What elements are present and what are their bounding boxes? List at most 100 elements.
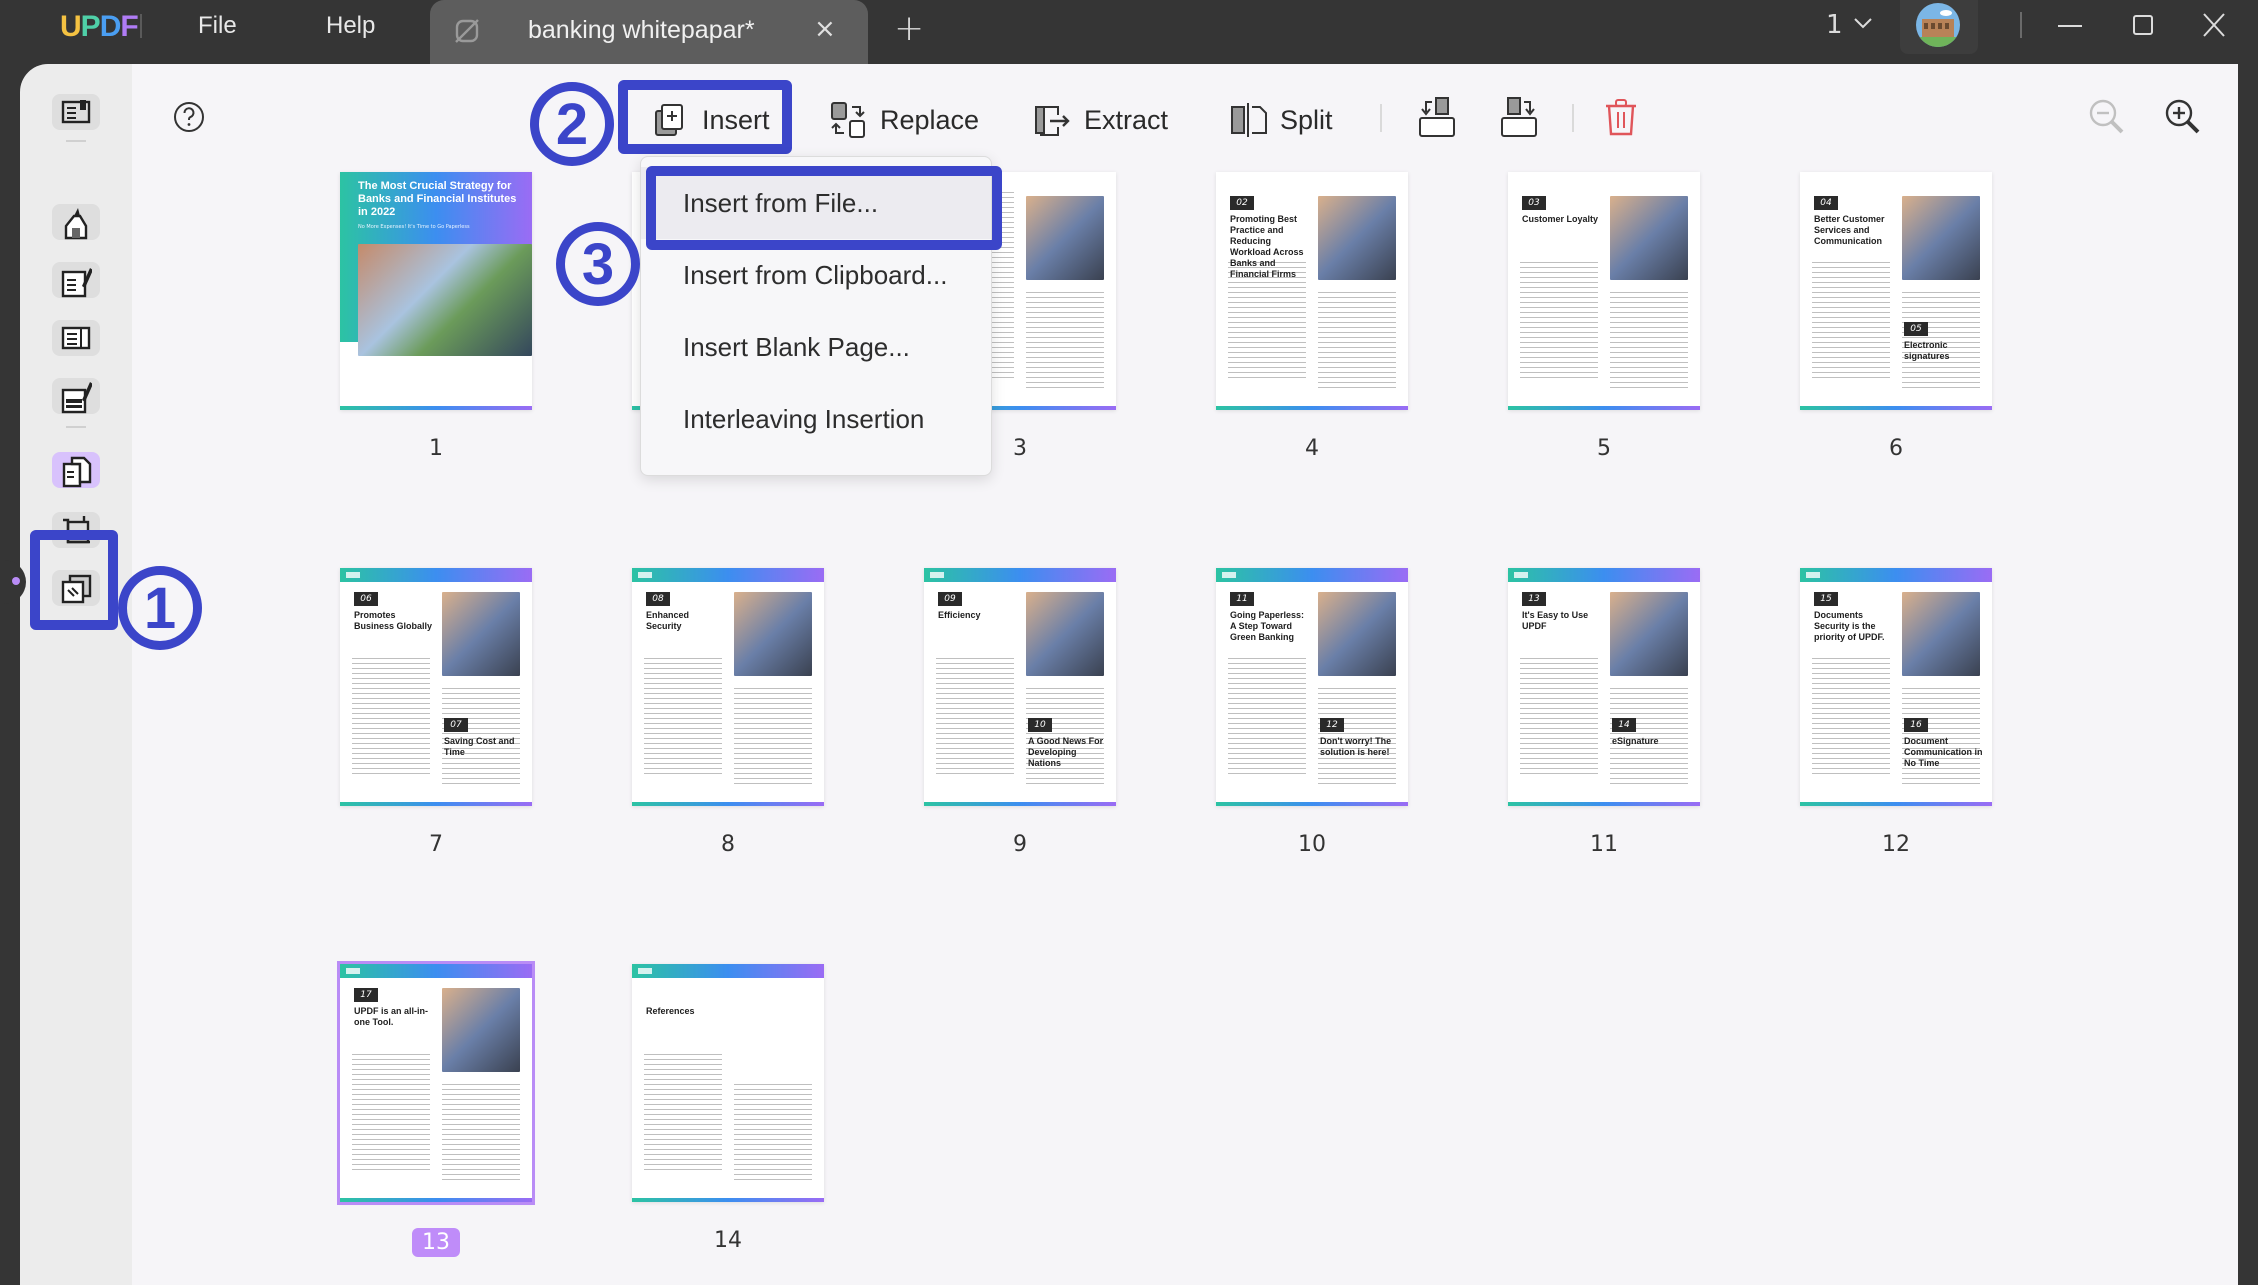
crop-tool-button[interactable]: [52, 512, 100, 548]
rotate-left-icon[interactable]: [1414, 94, 1460, 140]
page-thumbnail[interactable]: References: [632, 964, 824, 1202]
page-header-bar: [340, 568, 532, 582]
section-title: Enhanced Security: [646, 610, 690, 631]
page-number-label: 6: [1800, 436, 1992, 461]
page-thumbnail[interactable]: 11 Going Paperless: A Step Toward Green B…: [1216, 568, 1408, 806]
page-photo: [1026, 592, 1104, 676]
text-block: [1228, 262, 1306, 382]
insert-button[interactable]: Insert: [650, 98, 770, 142]
vertical-scrollbar[interactable]: [2238, 64, 2258, 1285]
page-number: 10: [1298, 832, 1326, 857]
section-title: Customer Loyalty: [1522, 214, 1599, 224]
text-block: [352, 1054, 430, 1174]
page-number-label: 1: [340, 436, 532, 461]
page-thumbnail[interactable]: 13 It's Easy to Use UPDF 14 eSignature: [1508, 568, 1700, 806]
page-number-label: 11: [1508, 832, 1700, 857]
page-thumbnail[interactable]: 09 Efficiency 10 A Good News For Developing…: [924, 568, 1116, 806]
edit-text-icon: [61, 268, 92, 298]
account-button[interactable]: [1900, 0, 1978, 54]
section-title: Promoting Best Practice and Reducing Wor…: [1230, 214, 1304, 279]
page-number-label: 13: [340, 1228, 532, 1257]
page-number-label: 5: [1508, 436, 1700, 461]
menu-item-insert-from-clipboard[interactable]: Insert from Clipboard...: [641, 239, 991, 311]
maximize-icon[interactable]: [2122, 8, 2162, 44]
book-icon: [61, 100, 91, 124]
form-tool-button[interactable]: [52, 320, 100, 356]
page-number: 7: [429, 832, 443, 857]
menu-help[interactable]: Help: [326, 12, 375, 40]
close-window-icon[interactable]: [2194, 8, 2234, 44]
page-number-label: 12: [1800, 832, 1992, 857]
edit-pdf-button[interactable]: [52, 262, 100, 298]
chevron-down-icon[interactable]: [1852, 12, 1874, 34]
zoom-in-icon[interactable]: [2160, 94, 2206, 140]
page-number: 4: [1305, 436, 1319, 461]
split-button[interactable]: Split: [1228, 98, 1333, 142]
section-number: 07: [444, 718, 468, 732]
section-number: 06: [354, 592, 378, 606]
section-number: 14: [1612, 718, 1636, 732]
page-thumbnail[interactable]: 15 Documents Security is the priority of …: [1800, 568, 1992, 806]
section-number: 11: [1230, 592, 1254, 606]
section-title: UPDF is an all-in-one Tool.: [354, 1006, 429, 1027]
menu-file[interactable]: File: [198, 12, 237, 40]
section-title: Don't worry! The solution is here!: [1320, 736, 1392, 757]
section-title: It's Easy to Use UPDF: [1522, 610, 1589, 631]
text-block: [1520, 262, 1598, 382]
updf-logo: UPDF: [60, 10, 139, 44]
page-thumbnail[interactable]: The Most Crucial Strategy for Banks and …: [340, 172, 532, 410]
extract-button[interactable]: Extract: [1032, 98, 1168, 142]
page-photo: [442, 988, 520, 1072]
text-block: [1812, 262, 1890, 382]
zoom-out-icon[interactable]: [2084, 94, 2130, 140]
page-thumbnail[interactable]: 06 Promotes Business Globally 07 Saving Cos…: [340, 568, 532, 806]
page-tools-button[interactable]: [52, 570, 100, 606]
split-icon: [1231, 103, 1267, 137]
divider: [1572, 104, 1574, 132]
page-thumbnail[interactable]: 02 Promoting Best Practice and Reducing W…: [1216, 172, 1408, 410]
page-thumbnail[interactable]: 04 Better Customer Services and Communica…: [1800, 172, 1992, 410]
minimize-icon[interactable]: [2050, 8, 2090, 44]
reader-mode-button[interactable]: [52, 94, 100, 130]
insert-dropdown-menu: Insert from File... Insert from Clipboar…: [640, 156, 992, 476]
layers-icon: [61, 574, 92, 604]
section-number: 02: [1230, 196, 1254, 210]
page-photo: [1610, 592, 1688, 676]
page-thumbnail[interactable]: 03 Customer Loyalty: [1508, 172, 1700, 410]
text-block: [1228, 658, 1306, 778]
text-block: [352, 658, 430, 778]
page-photo: [1318, 196, 1396, 280]
page-number: 6: [1889, 436, 1903, 461]
section-title: Efficiency: [938, 610, 981, 620]
page-footer-bar: [340, 406, 532, 410]
menu-item-insert-from-file[interactable]: Insert from File...: [641, 167, 991, 239]
page-thumbnail[interactable]: 17 UPDF is an all-in-one Tool.: [337, 961, 535, 1205]
new-tab-icon[interactable]: +: [894, 8, 924, 49]
page-thumbnail[interactable]: 08 Enhanced Security: [632, 568, 824, 806]
organize-pages-button[interactable]: [52, 452, 100, 488]
help-icon[interactable]: [172, 100, 206, 134]
active-dot: [12, 577, 20, 585]
sign-tool-button[interactable]: [52, 378, 100, 414]
cover-title: The Most Crucial Strategy for Banks and …: [358, 180, 517, 218]
comment-tool-button[interactable]: [52, 204, 100, 240]
close-tab-icon[interactable]: ×: [814, 14, 836, 44]
page-footer-bar: [632, 802, 824, 806]
delete-icon[interactable]: [1598, 94, 1644, 140]
window-count[interactable]: 1: [1826, 10, 1843, 40]
menu-item-interleaving-insertion[interactable]: Interleaving Insertion: [641, 383, 991, 455]
replace-button[interactable]: Replace: [828, 98, 979, 142]
section-number: 03: [1522, 196, 1546, 210]
signature-icon: [61, 382, 92, 414]
document-tab[interactable]: banking whitepapar* ×: [430, 0, 868, 64]
page-photo: [1902, 592, 1980, 676]
page-footer-bar: [1216, 802, 1408, 806]
rotate-right-icon[interactable]: [1496, 94, 1542, 140]
title-bar: UPDF File Help banking whitepapar* × + 1: [0, 0, 2258, 64]
section-number: 17: [354, 988, 378, 1002]
page-photo: [1610, 196, 1688, 280]
section-title: References: [646, 1006, 695, 1016]
page-photo: [1902, 196, 1980, 280]
text-block: [1318, 292, 1396, 388]
menu-item-insert-blank-page[interactable]: Insert Blank Page...: [641, 311, 991, 383]
